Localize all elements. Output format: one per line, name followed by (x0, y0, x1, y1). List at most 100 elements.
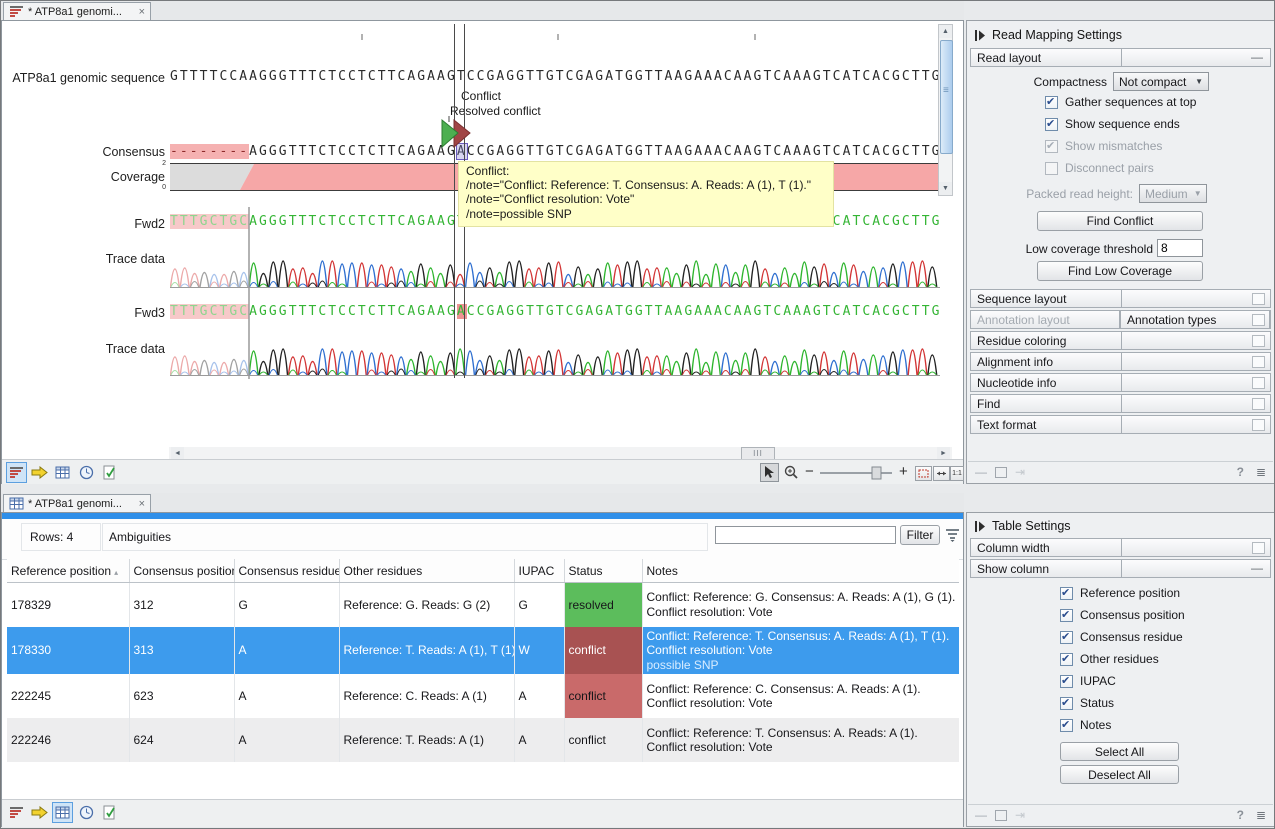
cell[interactable]: A (234, 674, 339, 718)
column-header[interactable]: IUPAC (514, 559, 564, 583)
cell[interactable]: Reference: T. Reads: A (1), T (1) (339, 627, 514, 675)
open-in-new-view-button[interactable] (29, 802, 50, 823)
help-icon[interactable]: ? (1237, 808, 1244, 822)
column-header[interactable]: Reference position▴ (7, 559, 129, 583)
dock-sidepanel-icon[interactable] (995, 810, 1007, 821)
checkbox-row[interactable]: Other residues (1060, 648, 1185, 670)
checkbox[interactable] (1060, 675, 1073, 688)
checkbox-row[interactable]: Status (1060, 692, 1185, 714)
fit-width-button[interactable] (915, 466, 932, 481)
help-icon[interactable]: ? (1237, 465, 1244, 479)
cell[interactable]: Reference: T. Reads: A (1) (339, 718, 514, 762)
cell[interactable]: Reference: G. Reads: G (2) (339, 583, 514, 627)
status-cell[interactable]: conflict (564, 674, 642, 718)
cell[interactable]: 313 (129, 627, 234, 675)
table-row[interactable]: 222246624AReference: T. Reads: A (1)Acon… (7, 718, 959, 762)
section-label[interactable]: Column width (970, 538, 1122, 557)
history-view-button[interactable] (76, 462, 97, 483)
sidepanel-expand-icon[interactable] (975, 521, 986, 532)
checkbox-row[interactable]: Reference position (1060, 582, 1185, 604)
palette-icon[interactable] (1252, 293, 1265, 305)
scrollbar-thumb[interactable]: III (741, 447, 775, 459)
table-view-button[interactable] (52, 462, 73, 483)
settings-section-nucleotide-info[interactable]: Nucleotide info (970, 373, 1271, 392)
notes-cell[interactable]: Conflict: Reference: C. Consensus: A. Re… (642, 674, 959, 718)
dock-sidepanel-icon[interactable] (995, 467, 1007, 478)
checkbox-row[interactable]: Gather sequences at top (1045, 91, 1196, 113)
minimize-sidepanel-icon[interactable]: — (975, 808, 987, 822)
status-cell[interactable]: resolved (564, 583, 642, 627)
palette-icon[interactable] (1252, 542, 1265, 554)
cell[interactable]: G (514, 583, 564, 627)
deselect-all-button[interactable]: Deselect All (1060, 765, 1179, 784)
zoom-slider[interactable] (820, 466, 894, 480)
cell[interactable]: 178330 (7, 627, 129, 675)
group-label[interactable]: Read layout (970, 48, 1122, 67)
cell[interactable]: 623 (129, 674, 234, 718)
status-cell[interactable]: conflict (564, 718, 642, 762)
zoom-tool-button[interactable] (782, 463, 801, 482)
cell[interactable]: A (514, 674, 564, 718)
preferences-list-icon[interactable]: ≣ (1256, 465, 1266, 479)
read-mapping-view-button[interactable] (6, 802, 27, 823)
read-mapping-canvas[interactable]: ATP8a1 genomic sequence Consensus Covera… (2, 21, 963, 459)
table-row[interactable]: 178330313AReference: T. Reads: A (1), T … (7, 627, 959, 675)
section-label[interactable]: Show column (970, 559, 1122, 578)
cell[interactable]: W (514, 627, 564, 675)
settings-section-residue-coloring[interactable]: Residue coloring (970, 331, 1271, 350)
cell[interactable]: A (514, 718, 564, 762)
cell[interactable]: A (234, 627, 339, 675)
find-conflict-button[interactable]: Find Conflict (1037, 211, 1203, 231)
notes-cell[interactable]: Conflict: Reference: G. Consensus: A. Re… (642, 583, 959, 627)
advanced-filter-icon[interactable] (945, 528, 960, 542)
cell[interactable]: A (234, 718, 339, 762)
palette-icon[interactable] (1252, 377, 1265, 389)
checkbox[interactable] (1060, 653, 1073, 666)
cell[interactable]: Reference: C. Reads: A (1) (339, 674, 514, 718)
filter-button[interactable]: Filter (900, 525, 940, 545)
cell[interactable]: 178329 (7, 583, 129, 627)
column-width-section[interactable]: Column width (970, 538, 1271, 559)
column-header[interactable]: Consensus residue (234, 559, 339, 583)
select-all-button[interactable]: Select All (1060, 742, 1179, 761)
close-icon[interactable]: × (139, 499, 145, 509)
sidepanel-expand-icon[interactable] (975, 30, 986, 41)
column-header[interactable]: Status (564, 559, 642, 583)
section-label[interactable]: Text format (970, 415, 1122, 434)
settings-section-annotation-layout[interactable]: Annotation layoutAnnotation types (970, 310, 1271, 329)
horizontal-scrollbar[interactable]: ◄ III ► (169, 447, 952, 459)
element-info-view-button[interactable] (99, 462, 120, 483)
settings-section-find[interactable]: Find (970, 394, 1271, 413)
column-header[interactable]: Notes (642, 559, 959, 583)
column-header[interactable]: Other residues (339, 559, 514, 583)
zoom-in-button[interactable]: + (899, 463, 908, 480)
zoom-100-button[interactable]: 1:1 (950, 466, 964, 481)
selection-tool-button[interactable] (760, 463, 779, 482)
palette-icon[interactable] (1252, 314, 1265, 326)
section-label[interactable]: Find (970, 394, 1122, 413)
checkbox-row[interactable]: Consensus residue (1060, 626, 1185, 648)
cell[interactable]: 312 (129, 583, 234, 627)
checkbox-row[interactable]: IUPAC (1060, 670, 1185, 692)
checkbox[interactable] (1060, 719, 1073, 732)
table-scroll-area[interactable]: Reference position▴Consensus positionCon… (7, 559, 959, 799)
show-column-section[interactable]: Show column — (970, 559, 1271, 580)
notes-cell[interactable]: Conflict: Reference: T. Consensus: A. Re… (642, 627, 959, 675)
notes-cell[interactable]: Conflict: Reference: T. Consensus: A. Re… (642, 718, 959, 762)
checkbox[interactable] (1045, 96, 1058, 109)
section-label[interactable]: Sequence layout (970, 289, 1122, 308)
status-cell[interactable]: conflict (564, 627, 642, 675)
checkbox[interactable] (1060, 697, 1073, 710)
checkbox-row[interactable]: Notes (1060, 714, 1185, 736)
palette-icon[interactable] (1252, 335, 1265, 347)
scroll-right-arrow[interactable]: ► (937, 447, 950, 459)
scroll-up-arrow[interactable]: ▲ (939, 25, 952, 38)
table-view-button[interactable] (52, 802, 73, 823)
read-layout-group-header[interactable]: Read layout — (970, 48, 1271, 69)
section-label[interactable]: Alignment info (970, 352, 1122, 371)
minimize-sidepanel-icon[interactable]: — (975, 465, 987, 479)
cell[interactable]: 222245 (7, 674, 129, 718)
vertical-scrollbar[interactable]: ▲ ▼ (938, 24, 953, 196)
section-label[interactable]: Residue coloring (970, 331, 1122, 350)
zoom-to-selection-button[interactable] (933, 466, 950, 481)
